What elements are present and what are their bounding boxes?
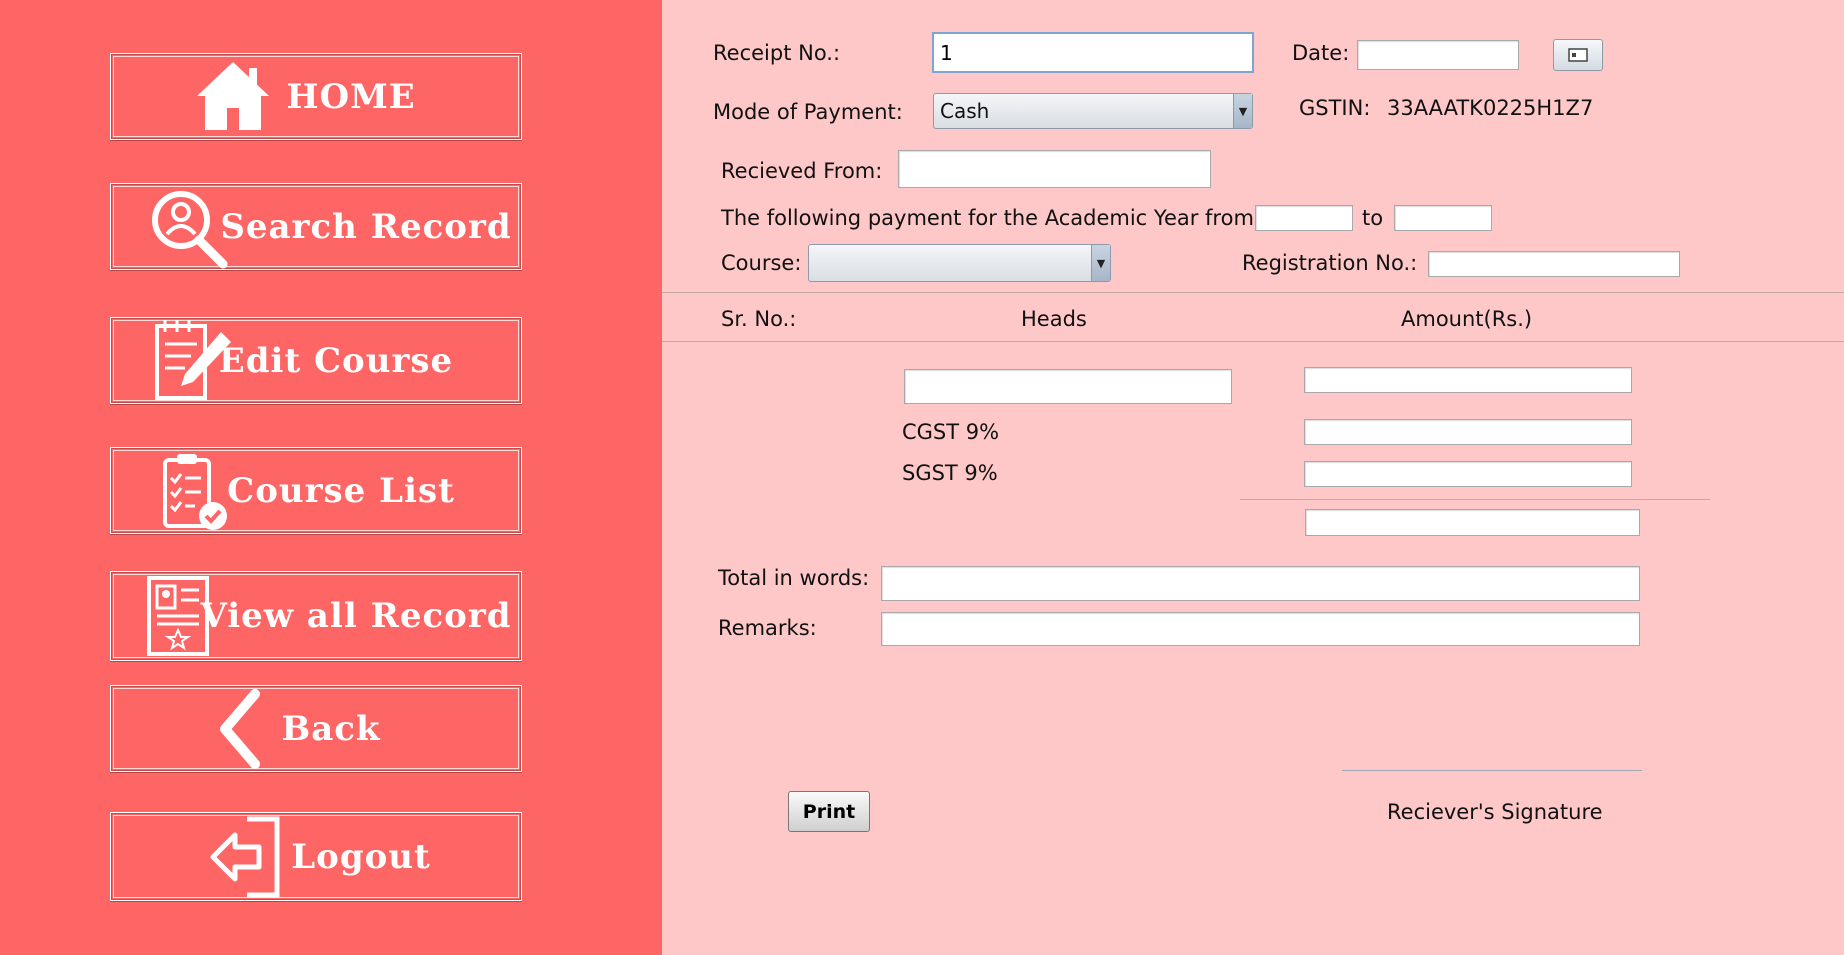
sgst-amount-value[interactable] xyxy=(1305,462,1631,486)
received-from-label: Recieved From: xyxy=(721,159,883,183)
header-top-divider xyxy=(662,292,1844,293)
cgst-amount-input[interactable] xyxy=(1304,419,1632,445)
sidebar: HOME Search Record Edit Course Course Li… xyxy=(0,0,662,955)
academic-year-from-input[interactable] xyxy=(1255,205,1353,231)
amount-header: Amount(Rs.) xyxy=(1401,307,1533,331)
date-input[interactable] xyxy=(1357,40,1519,70)
back-button[interactable]: Back xyxy=(110,685,522,772)
logout-label: Logout xyxy=(291,836,431,877)
date-value[interactable] xyxy=(1358,41,1518,69)
cgst-label: CGST 9% xyxy=(902,420,1000,444)
academic-year-label: The following payment for the Academic Y… xyxy=(721,206,1254,230)
registration-no-input[interactable] xyxy=(1428,251,1680,277)
search-person-icon xyxy=(152,191,228,269)
mode-of-payment-label: Mode of Payment: xyxy=(713,100,903,124)
to-label: to xyxy=(1362,206,1384,230)
id-card-icon xyxy=(147,576,209,656)
head-value[interactable] xyxy=(905,370,1231,403)
received-from-value[interactable] xyxy=(899,151,1210,187)
edit-course-button[interactable]: Edit Course xyxy=(110,317,522,404)
total-in-words-value[interactable] xyxy=(882,567,1639,600)
academic-year-to-value[interactable] xyxy=(1395,206,1491,230)
receipt-form: Receipt No.: Date: Mode of Payment: Cash… xyxy=(662,0,1844,955)
registration-no-label: Registration No.: xyxy=(1242,251,1418,275)
academic-year-from-value[interactable] xyxy=(1256,206,1352,230)
header-bottom-divider xyxy=(662,341,1844,342)
course-label: Course: xyxy=(721,251,802,275)
mode-of-payment-select[interactable]: Cash ▼ xyxy=(933,93,1253,129)
sgst-label: SGST 9% xyxy=(902,461,998,485)
signature-line xyxy=(1342,770,1642,771)
total-amount-input[interactable] xyxy=(1305,509,1640,536)
sr-no-header: Sr. No.: xyxy=(721,307,797,331)
receipt-no-label: Receipt No.: xyxy=(713,41,841,65)
head-input[interactable] xyxy=(904,369,1232,404)
search-record-button[interactable]: Search Record xyxy=(110,183,522,270)
remarks-value[interactable] xyxy=(882,613,1639,645)
search-record-label: Search Record xyxy=(220,206,512,247)
course-select[interactable]: ▼ xyxy=(808,244,1111,282)
back-label: Back xyxy=(281,708,381,749)
academic-year-to-input[interactable] xyxy=(1394,205,1492,231)
logout-icon xyxy=(210,816,280,898)
course-list-button[interactable]: Course List xyxy=(110,447,522,534)
checklist-clipboard-icon xyxy=(163,454,227,530)
remarks-input[interactable] xyxy=(881,612,1640,646)
total-divider xyxy=(1240,499,1710,500)
calendar-button[interactable] xyxy=(1553,39,1603,71)
logout-button[interactable]: Logout xyxy=(110,812,522,901)
receipt-no-input[interactable] xyxy=(932,32,1254,73)
gstin-value: 33AAATK0225H1Z7 xyxy=(1387,96,1594,120)
registration-no-value[interactable] xyxy=(1429,252,1679,276)
view-all-record-button[interactable]: View all Record xyxy=(110,571,522,661)
amount-value[interactable] xyxy=(1305,368,1631,392)
home-label: HOME xyxy=(286,76,416,117)
receiver-signature-label: Reciever's Signature xyxy=(1387,800,1603,824)
chevron-down-icon[interactable]: ▼ xyxy=(1091,245,1110,281)
calendar-icon xyxy=(1568,48,1588,62)
total-in-words-input[interactable] xyxy=(881,566,1640,601)
print-button[interactable]: Print xyxy=(788,791,870,832)
edit-course-label: Edit Course xyxy=(218,340,454,381)
home-button[interactable]: HOME xyxy=(110,53,522,140)
gstin-label: GSTIN: xyxy=(1299,96,1371,120)
received-from-input[interactable] xyxy=(898,150,1211,188)
chevron-left-icon xyxy=(220,689,260,769)
date-label: Date: xyxy=(1292,41,1350,65)
total-amount-value[interactable] xyxy=(1306,510,1639,535)
home-icon xyxy=(197,62,269,130)
remarks-label: Remarks: xyxy=(718,616,817,640)
sgst-amount-input[interactable] xyxy=(1304,461,1632,487)
heads-header: Heads xyxy=(1021,307,1087,331)
receipt-no-value[interactable] xyxy=(934,34,1252,71)
cgst-amount-value[interactable] xyxy=(1305,420,1631,444)
edit-notepad-icon xyxy=(155,320,231,400)
course-list-label: Course List xyxy=(227,470,455,511)
chevron-down-icon[interactable]: ▼ xyxy=(1233,94,1252,128)
total-in-words-label: Total in words: xyxy=(718,566,870,590)
mode-of-payment-value: Cash xyxy=(940,99,990,123)
view-all-record-label: View all Record xyxy=(200,596,512,636)
amount-input[interactable] xyxy=(1304,367,1632,393)
